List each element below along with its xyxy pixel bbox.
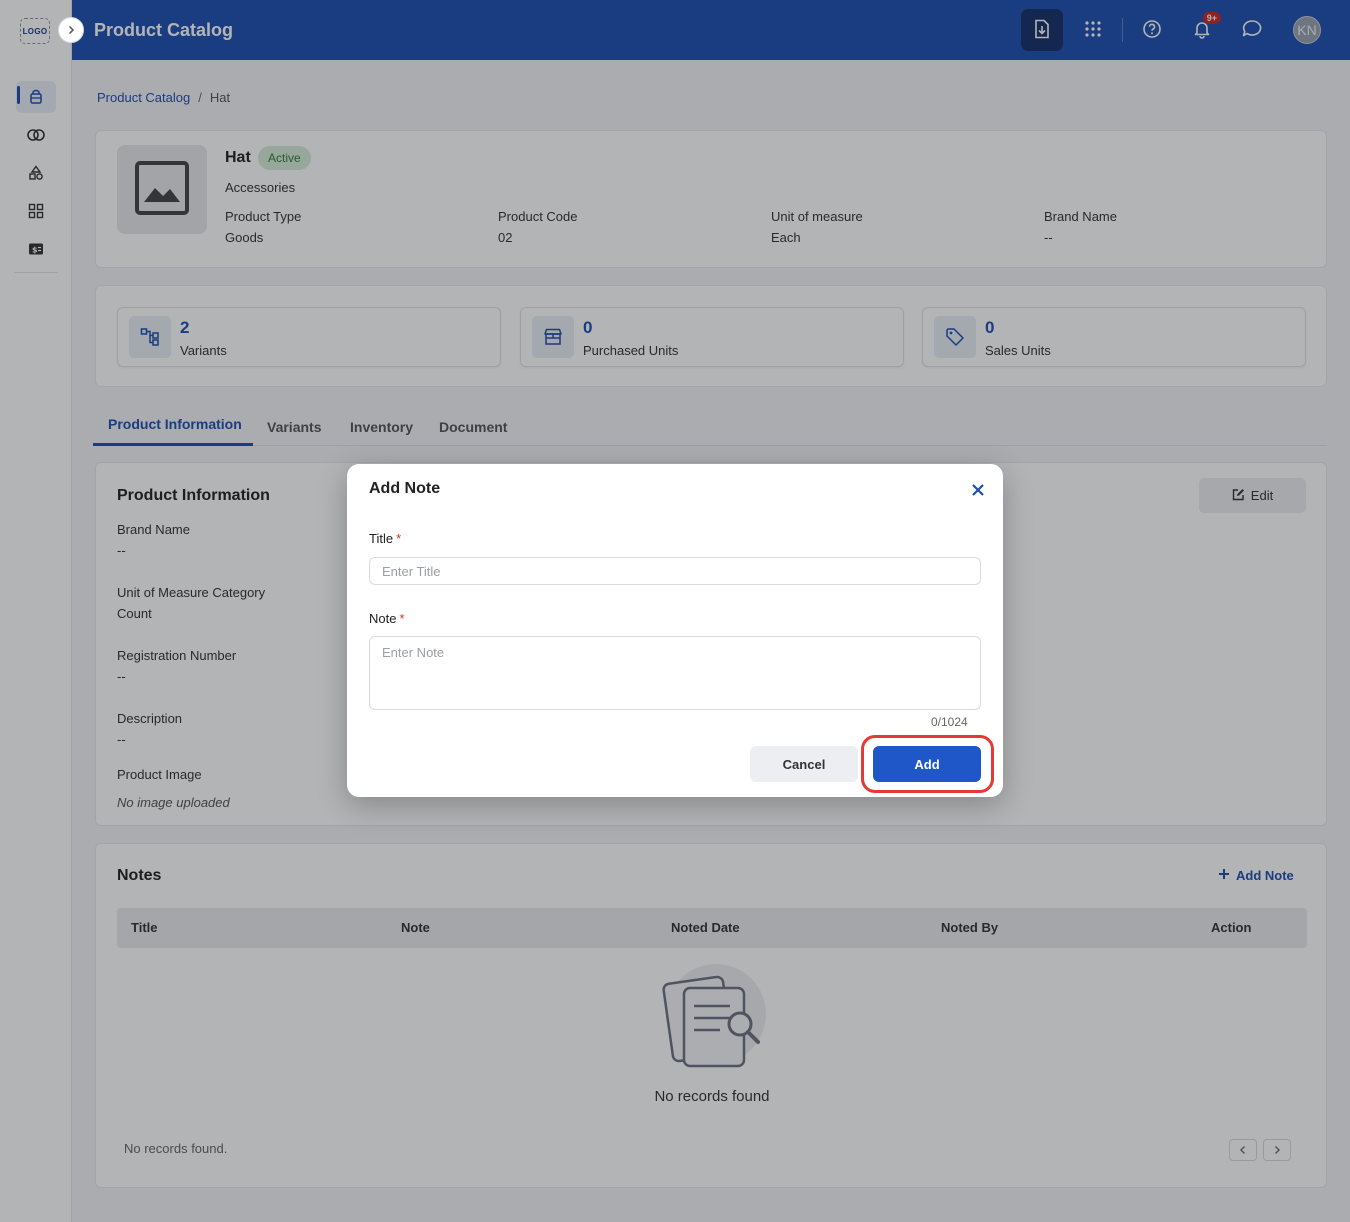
required-asterisk: * bbox=[399, 611, 405, 626]
title-input[interactable] bbox=[369, 557, 981, 585]
title-label-text: Title bbox=[369, 531, 394, 546]
cancel-button[interactable]: Cancel bbox=[750, 746, 858, 782]
character-counter: 0/1024 bbox=[931, 715, 968, 729]
chevron-right-icon bbox=[66, 23, 76, 38]
close-button[interactable] bbox=[967, 480, 989, 502]
sidebar-expand-button[interactable] bbox=[58, 17, 84, 43]
note-field-label: Note * bbox=[369, 611, 405, 626]
note-textarea[interactable] bbox=[369, 636, 981, 710]
add-button[interactable]: Add bbox=[873, 746, 981, 782]
close-icon bbox=[971, 483, 985, 500]
add-note-dialog: Add Note Title* Note* 0/1024 Cancel Add bbox=[347, 464, 1003, 797]
note-label-text: Note bbox=[369, 611, 397, 626]
required-asterisk: * bbox=[396, 531, 402, 546]
title-field-label: Title * bbox=[369, 531, 401, 546]
dialog-title: Add Note bbox=[369, 480, 441, 497]
